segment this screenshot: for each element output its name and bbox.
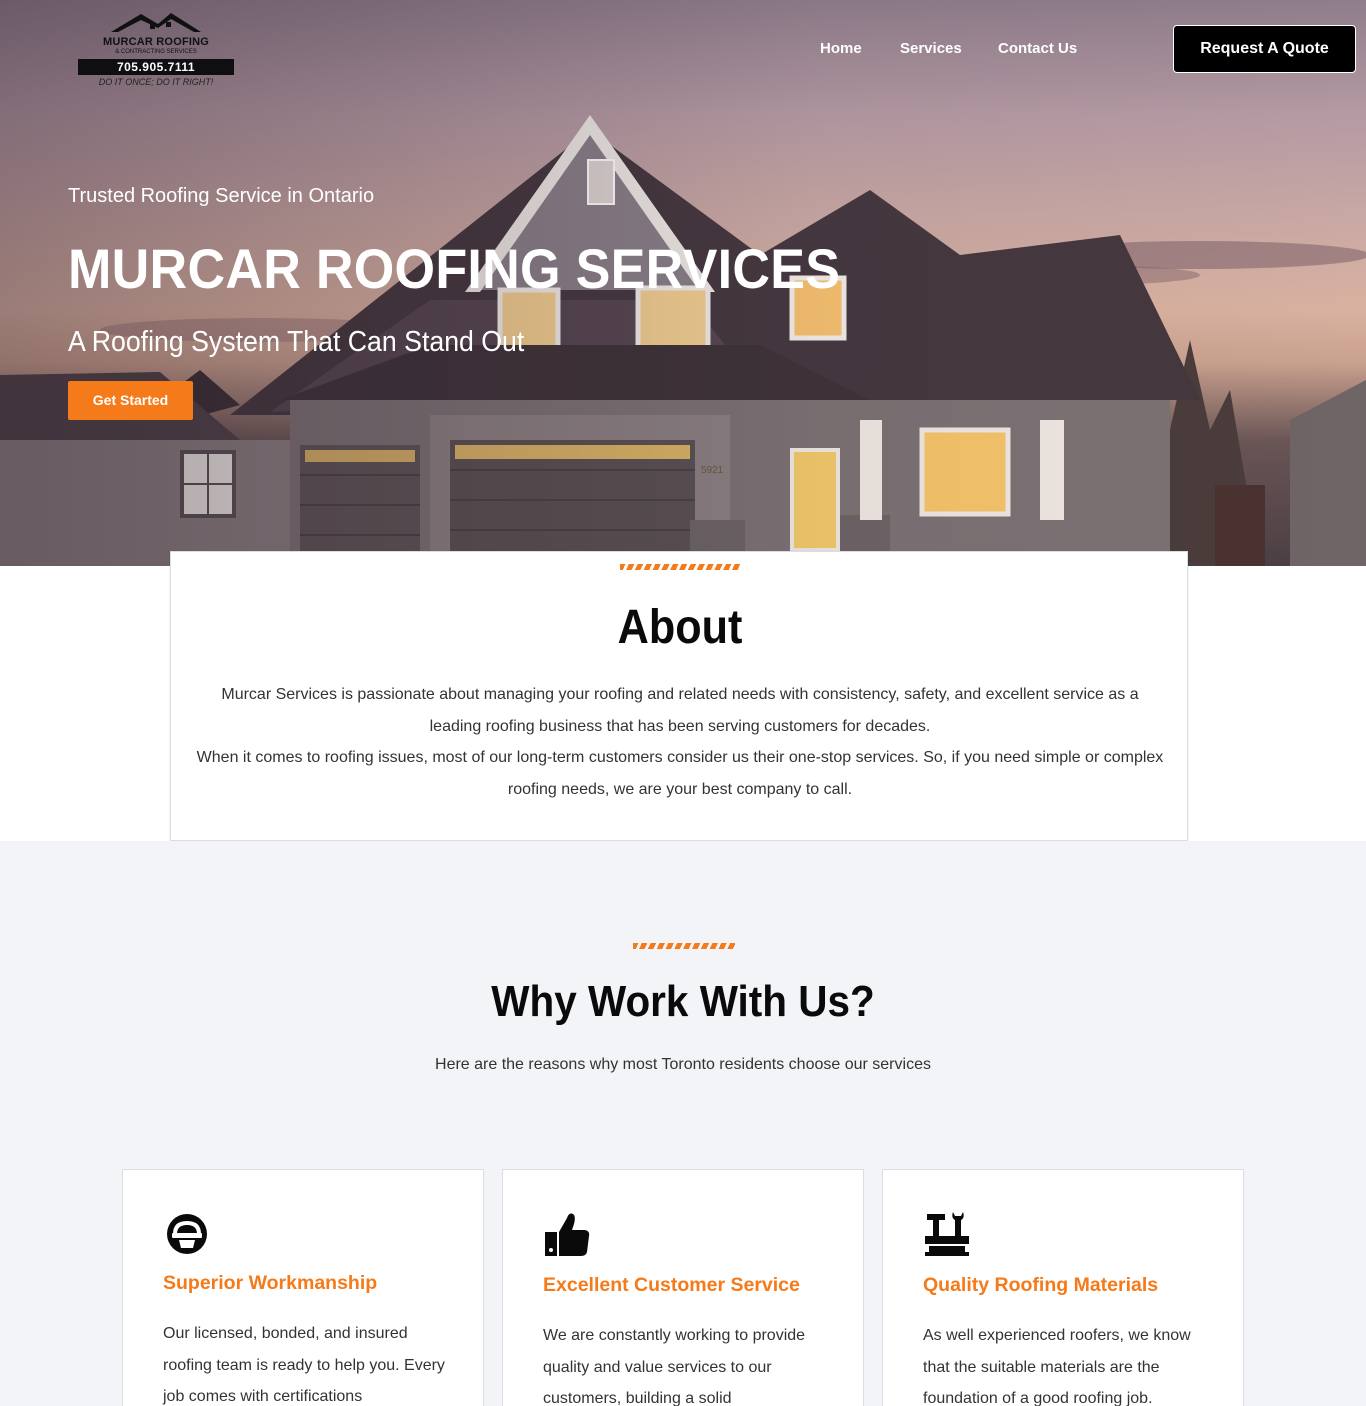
about-text: Murcar Services is passionate about mana…	[196, 679, 1164, 805]
feature-card-materials: Quality Roofing Materials As well experi…	[882, 1169, 1244, 1406]
about-paragraph-2: When it comes to roofing issues, most of…	[196, 749, 1164, 798]
nav-link-contact-us[interactable]: Contact Us	[998, 40, 1077, 57]
get-started-button[interactable]: Get Started	[68, 381, 193, 420]
why-subtitle: Here are the reasons why most Toronto re…	[435, 1056, 931, 1073]
nav-link-home[interactable]: Home	[820, 40, 862, 57]
about-accent-stripe	[620, 564, 740, 570]
company-logo[interactable]: MURCAR ROOFING & CONTRACTING SERVICES 70…	[76, 10, 236, 90]
about-card: About Murcar Services is passionate abou…	[170, 551, 1188, 841]
why-accent-stripe	[633, 943, 735, 949]
logo-brand-name: MURCAR ROOFING	[102, 36, 210, 48]
nav-link-services[interactable]: Services	[900, 40, 962, 57]
feature-title-materials: Quality Roofing Materials	[923, 1274, 1159, 1296]
request-quote-button[interactable]: Request A Quote	[1173, 25, 1356, 73]
about-paragraph-1: Murcar Services is passionate about mana…	[221, 686, 1139, 735]
hero-title: MURCAR ROOFING SERVICES	[68, 237, 841, 300]
logo-motto: DO IT ONCE; DO IT RIGHT!	[98, 77, 214, 87]
hero-subtitle: A Roofing System That Can Stand Out	[68, 326, 525, 358]
hard-hat-icon	[167, 1214, 207, 1254]
hero-tagline: Trusted Roofing Service in Ontario	[68, 185, 375, 207]
feature-card-customer-service: Excellent Customer Service We are consta…	[502, 1169, 864, 1406]
why-title: Why Work With Us?	[491, 977, 875, 1026]
hero-section: 5921 MURCAR ROOFING & CONTRACTING SERVIC…	[0, 0, 1366, 566]
feature-title-workmanship: Superior Workmanship	[163, 1272, 378, 1294]
feature-card-workmanship: Superior Workmanship Our licensed, bonde…	[122, 1169, 484, 1406]
logo-phone-number: 705.905.7111	[78, 59, 234, 75]
why-work-with-us-section: Why Work With Us? Here are the reasons w…	[0, 841, 1366, 1406]
logo-brand-subtitle: & CONTRACTING SERVICES	[115, 49, 197, 55]
feature-title-customer-service: Excellent Customer Service	[543, 1274, 800, 1296]
feature-text-workmanship: Our licensed, bonded, and insured roofin…	[163, 1325, 445, 1405]
tools-icon	[925, 1212, 969, 1256]
feature-text-customer-service: We are constantly working to provide qua…	[543, 1327, 806, 1406]
feature-text-materials: As well experienced roofers, we know tha…	[923, 1327, 1191, 1406]
thumbs-up-icon	[545, 1213, 590, 1256]
about-title: About	[617, 601, 743, 654]
